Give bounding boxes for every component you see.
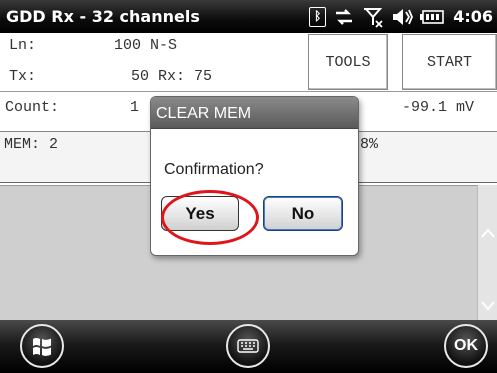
count-value: 1 <box>130 99 140 116</box>
scrollbar[interactable] <box>477 185 497 320</box>
clock[interactable]: 4:06 <box>453 7 493 26</box>
scroll-up-icon[interactable] <box>480 226 496 242</box>
ln-value: 100 N-S <box>114 37 178 54</box>
mem-label: MEM: 2 <box>4 136 59 153</box>
title-bar: GDD Rx - 32 channels ᛒ 4:06 <box>0 0 497 33</box>
ln-label: Ln: <box>9 37 37 54</box>
signal-off-icon[interactable] <box>362 6 384 28</box>
divider <box>0 91 497 92</box>
tools-button[interactable]: TOOLS <box>308 34 388 90</box>
dialog-title: CLEAR MEM <box>151 97 358 129</box>
yes-button[interactable]: Yes <box>161 196 239 231</box>
no-button[interactable]: No <box>263 196 343 231</box>
progress-percent: 8% <box>360 136 379 153</box>
status-icons: ᛒ 4:06 <box>309 4 493 29</box>
bottom-bar: OK <box>0 320 497 373</box>
tx-label: Tx: <box>9 68 37 85</box>
battery-icon[interactable] <box>420 9 445 24</box>
bluetooth-icon[interactable]: ᛒ <box>309 6 327 27</box>
count-label: Count: <box>5 99 60 116</box>
start-button[interactable]: START <box>402 34 497 90</box>
dialog-message: Confirmation? <box>164 161 264 178</box>
voltage-readout: -99.1 mV <box>402 99 475 116</box>
clear-mem-dialog: CLEAR MEM Confirmation? Yes No <box>150 96 359 256</box>
tx-rx-value: 50 Rx: 75 <box>131 68 213 85</box>
ok-label: OK <box>454 337 478 354</box>
windows-start-icon[interactable] <box>20 324 64 368</box>
volume-icon[interactable] <box>391 7 414 27</box>
connectivity-icon[interactable] <box>333 7 355 27</box>
keyboard-icon[interactable] <box>226 324 270 368</box>
app-title: GDD Rx - 32 channels <box>6 7 200 26</box>
scroll-down-icon[interactable] <box>480 299 496 315</box>
ok-button[interactable]: OK <box>444 324 488 368</box>
